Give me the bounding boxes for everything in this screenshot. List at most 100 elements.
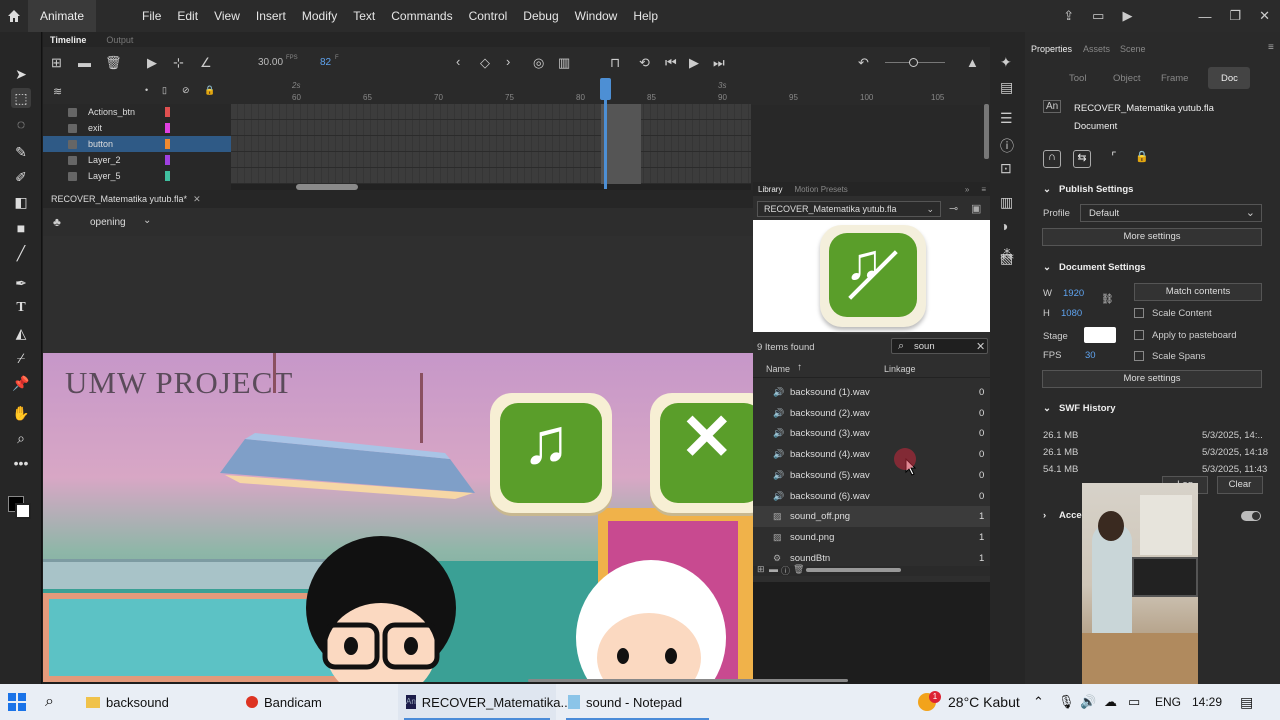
- info-icon[interactable]: ⓘ: [1000, 136, 1014, 156]
- notification-icon[interactable]: ▤: [1240, 684, 1253, 720]
- library-item[interactable]: 🔊 backsound (2).wav 0: [753, 403, 990, 424]
- layer-color-chip[interactable]: [165, 171, 170, 181]
- doc-settings-chevron-icon[interactable]: ⌄: [1043, 262, 1051, 273]
- publish-more-settings-button[interactable]: More settings: [1042, 228, 1262, 246]
- chevron-up-icon[interactable]: ⌃: [1033, 684, 1044, 720]
- sound-button[interactable]: ♫: [490, 393, 612, 513]
- transform-icon[interactable]: ⊡: [1000, 160, 1012, 177]
- layer-color-chip[interactable]: [165, 123, 170, 133]
- tab-assets[interactable]: Assets: [1083, 44, 1110, 54]
- menu-text[interactable]: Text: [345, 9, 383, 23]
- restore-icon[interactable]: ❐: [1229, 8, 1241, 24]
- subtab-doc[interactable]: Doc: [1221, 73, 1238, 84]
- library-item[interactable]: ▨ sound.png 1: [753, 527, 990, 548]
- playhead-handle[interactable]: [600, 78, 611, 100]
- test-movie-icon[interactable]: ▶: [1122, 8, 1132, 24]
- scale-spans-checkbox[interactable]: [1134, 351, 1144, 361]
- delete-icon[interactable]: 🗑: [793, 564, 804, 575]
- tab-properties[interactable]: Properties: [1031, 44, 1072, 54]
- subtab-object[interactable]: Object: [1113, 73, 1140, 84]
- col-name[interactable]: Name: [766, 364, 790, 374]
- rectangle-tool-icon[interactable]: ■: [11, 218, 31, 238]
- prev-keyframe-icon[interactable]: ‹: [456, 54, 460, 69]
- speaker-icon[interactable]: 🔊: [1080, 684, 1096, 720]
- subtab-tool[interactable]: Tool: [1069, 73, 1086, 84]
- tab-scene[interactable]: Scene: [1120, 44, 1146, 54]
- doc-more-settings-button[interactable]: More settings: [1042, 370, 1262, 388]
- match-contents-button[interactable]: Match contents: [1134, 283, 1262, 301]
- library-search[interactable]: ⌕ soun ✕: [891, 338, 988, 354]
- minimize-icon[interactable]: —: [1198, 9, 1211, 24]
- camera-icon[interactable]: ▶: [147, 55, 157, 71]
- center-frame-icon[interactable]: ⊓: [610, 55, 620, 71]
- pen-tool-icon[interactable]: ✒: [11, 273, 31, 293]
- layer-color-chip[interactable]: [165, 155, 170, 165]
- motion-editor-icon[interactable]: ✦: [1000, 54, 1012, 71]
- mountain-icon[interactable]: ▲: [966, 55, 979, 70]
- scene-name[interactable]: opening: [90, 217, 126, 228]
- scale-content-checkbox[interactable]: [1134, 308, 1144, 318]
- menu-commands[interactable]: Commands: [383, 9, 460, 23]
- edit-icon[interactable]: ⇆: [1073, 150, 1091, 168]
- tab-library[interactable]: Library: [758, 185, 782, 194]
- apply-pasteboard-checkbox[interactable]: [1134, 330, 1144, 340]
- new-folder-icon[interactable]: ▬: [78, 55, 91, 70]
- zoom-tool-icon[interactable]: ⌕: [11, 428, 31, 448]
- weather-text[interactable]: 28°C Kabut: [948, 684, 1020, 720]
- col-linkage[interactable]: Linkage: [884, 364, 916, 374]
- tab-timeline[interactable]: Timeline: [50, 35, 86, 45]
- info-icon[interactable]: ⓘ: [781, 564, 790, 577]
- eraser-tool-icon[interactable]: ◧: [11, 192, 31, 212]
- eyedropper-icon[interactable]: ⌿: [11, 348, 31, 368]
- link-icon[interactable]: ⛓: [1101, 294, 1114, 305]
- insert-keyframe-icon[interactable]: ◇: [480, 55, 490, 71]
- task-bandicam[interactable]: Bandicam: [240, 684, 390, 720]
- library-icon[interactable]: ▥: [1000, 194, 1013, 211]
- lock-icon[interactable]: 🔒: [1133, 150, 1151, 168]
- library-item[interactable]: 🔊 backsound (4).wav 0: [753, 444, 990, 465]
- layer-parent-icon[interactable]: ⊹: [173, 55, 184, 71]
- layer-color-chip[interactable]: [165, 107, 170, 117]
- search-icon[interactable]: ⌕: [45, 684, 54, 720]
- menu-help[interactable]: Help: [625, 9, 666, 23]
- text-tool-icon[interactable]: T: [11, 298, 31, 318]
- frame-grid[interactable]: [231, 104, 751, 184]
- battery-icon[interactable]: ▭: [1128, 684, 1140, 720]
- new-symbol-icon[interactable]: ⊞: [757, 564, 765, 575]
- layer-color-chip[interactable]: [165, 139, 170, 149]
- chevron-down-icon[interactable]: ⌄: [143, 215, 151, 226]
- play-icon[interactable]: ▶: [689, 55, 699, 71]
- outline-icon[interactable]: ▯: [162, 85, 167, 96]
- microphone-icon[interactable]: 🎙: [1058, 684, 1075, 720]
- fps-value-field[interactable]: 30: [1085, 350, 1096, 361]
- new-library-icon[interactable]: ▣: [971, 202, 981, 215]
- graph-icon[interactable]: ∠: [200, 55, 212, 71]
- width-value[interactable]: 1920: [1063, 288, 1084, 299]
- sort-up-icon[interactable]: ↑: [797, 362, 802, 373]
- tab-motion-presets[interactable]: Motion Presets: [794, 185, 847, 194]
- doc-settings-title[interactable]: Document Settings: [1059, 262, 1146, 273]
- layer-row[interactable]: button: [43, 136, 231, 152]
- accessibility-toggle[interactable]: [1241, 511, 1261, 521]
- menu-view[interactable]: View: [206, 9, 248, 23]
- fill-color-swatch[interactable]: [15, 503, 31, 519]
- publish-settings-title[interactable]: Publish Settings: [1059, 184, 1133, 195]
- tab-output[interactable]: Output: [106, 35, 133, 45]
- paint-brush-icon[interactable]: ✎: [11, 142, 31, 162]
- menu-debug[interactable]: Debug: [515, 9, 566, 23]
- keyframe-span[interactable]: [601, 104, 641, 184]
- color-icon[interactable]: ◑: [1000, 218, 1008, 234]
- library-item[interactable]: 🔊 backsound (3).wav 0: [753, 423, 990, 444]
- onion-skin-icon[interactable]: ◎: [533, 55, 544, 71]
- panel-menu-icon[interactable]: ≡: [981, 185, 990, 194]
- current-frame[interactable]: 82: [320, 57, 331, 68]
- swatches-icon[interactable]: ▧: [1000, 250, 1013, 267]
- menu-modify[interactable]: Modify: [294, 9, 345, 23]
- library-item[interactable]: ▨ sound_off.png 1: [753, 506, 990, 528]
- stage-hscrollbar[interactable]: [528, 679, 848, 682]
- lasso-tool-icon[interactable]: ◌: [11, 114, 31, 134]
- timeline-vscrollbar[interactable]: [984, 104, 989, 159]
- edit-multiple-icon[interactable]: ▥: [558, 55, 570, 71]
- clear-search-icon[interactable]: ✕: [976, 340, 985, 353]
- layer-row[interactable]: Layer_2: [43, 152, 231, 168]
